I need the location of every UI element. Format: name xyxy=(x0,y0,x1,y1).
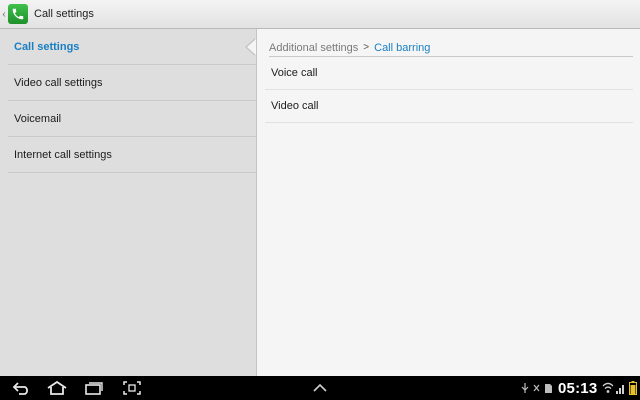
sidebar-item-label: Video call settings xyxy=(14,76,103,89)
list-item-voice-call[interactable]: Voice call xyxy=(265,57,633,90)
page-title: Call settings xyxy=(34,8,94,20)
up-arrow-icon[interactable] xyxy=(311,380,329,396)
connectivity-icons xyxy=(602,376,637,400)
sidebar-item-voicemail[interactable]: Voicemail xyxy=(8,101,256,137)
signal-icon xyxy=(616,385,624,394)
wifi-icon xyxy=(602,382,614,393)
list-item-label: Voice call xyxy=(271,67,318,79)
action-bar: ‹ Call settings xyxy=(0,0,640,29)
phone-glyph xyxy=(12,8,24,20)
system-navigation-bar: 05:13 xyxy=(0,376,640,400)
back-glyph xyxy=(12,382,28,395)
list-item-video-call[interactable]: Video call xyxy=(265,90,633,123)
back-icon[interactable] xyxy=(10,380,32,396)
screenshot-icon[interactable] xyxy=(121,380,143,396)
sidebar-item-video-call-settings[interactable]: Video call settings xyxy=(8,65,256,101)
recent-apps-icon[interactable] xyxy=(83,380,105,396)
usb-debug-icon xyxy=(533,384,540,392)
status-icons xyxy=(521,376,553,400)
clock: 05:13 xyxy=(558,379,598,397)
up-arrow-glyph xyxy=(313,383,327,392)
sidebar-item-internet-call-settings[interactable]: Internet call settings xyxy=(8,137,256,173)
sidebar-item-label: Internet call settings xyxy=(14,148,112,161)
breadcrumb-separator-icon: > xyxy=(363,42,370,53)
breadcrumb-current: Call barring xyxy=(374,41,431,54)
phone-icon[interactable] xyxy=(8,4,28,24)
list-item-label: Video call xyxy=(271,100,319,112)
detail-pane: Additional settings > Call barring Voice… xyxy=(256,29,640,376)
sidebar-item-call-settings[interactable]: Call settings xyxy=(8,29,256,65)
battery-icon xyxy=(629,381,637,395)
breadcrumb-parent[interactable]: Additional settings xyxy=(269,42,358,54)
recent-apps-glyph xyxy=(85,382,103,395)
sidebar-item-label: Call settings xyxy=(14,40,80,53)
home-icon[interactable] xyxy=(45,380,69,396)
breadcrumb: Additional settings > Call barring xyxy=(269,39,633,57)
home-glyph xyxy=(47,381,67,395)
sidebar-item-label: Voicemail xyxy=(14,112,62,125)
screenshot-glyph xyxy=(123,381,141,395)
usb-icon xyxy=(521,383,529,393)
selection-indicator xyxy=(247,39,256,55)
settings-sidebar: Call settings Video call settings Voicem… xyxy=(0,29,256,376)
back-chevron-icon[interactable]: ‹ xyxy=(1,0,7,29)
sd-card-icon xyxy=(545,384,552,393)
